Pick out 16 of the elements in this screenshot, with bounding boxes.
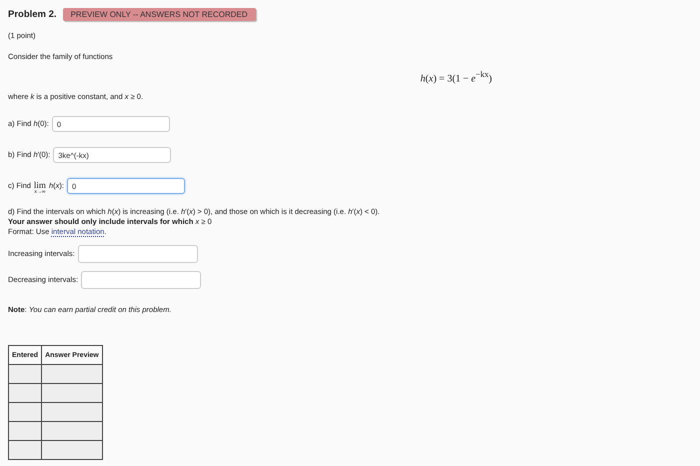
table-cell [42,422,102,441]
table-cell [42,384,102,403]
table-cell [42,402,102,422]
table-cell [42,364,102,384]
table-cell [8,364,42,384]
preview-badge: PREVIEW ONLY -- ANSWERS NOT RECORDED [62,8,256,20]
table-cell [8,402,42,422]
limit-word: lim [34,182,46,190]
answer-field[interactable] [81,271,202,290]
table-cell [8,384,42,403]
table-cell [8,440,42,460]
formula: h(x) = 3(1 − e$^{−kx}$) [420,70,492,84]
table-cell [8,422,42,441]
table-cell [42,440,102,460]
problem-title: Problem 2. [8,8,57,20]
answer-field[interactable] [78,245,198,264]
